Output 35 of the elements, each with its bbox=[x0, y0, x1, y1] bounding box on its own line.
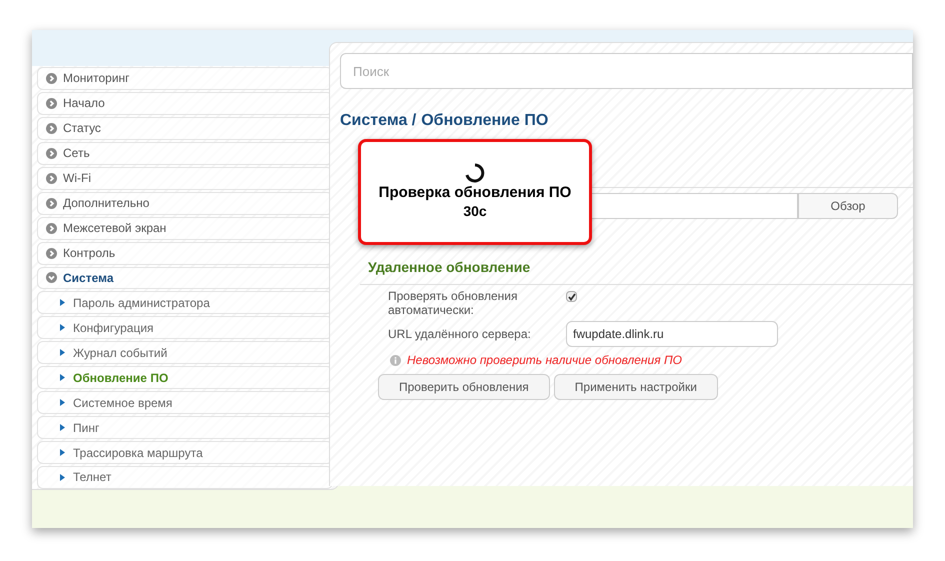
arrow-right-icon bbox=[60, 349, 65, 356]
search-field[interactable]: Поиск bbox=[340, 53, 913, 89]
action-button[interactable]: Проверить обновления bbox=[378, 374, 550, 400]
sidebar-subitem[interactable]: Телнет bbox=[37, 466, 333, 489]
error-message: Невозможно проверить наличие обновления ПО bbox=[407, 352, 682, 369]
arrow-right-icon bbox=[60, 374, 65, 382]
chevron-right-icon bbox=[46, 248, 57, 259]
page-title: Система / bbox=[340, 111, 416, 131]
spinner-icon bbox=[465, 163, 485, 183]
dialog-message: Проверка обновления ПО bbox=[378, 183, 572, 202]
checkbox[interactable] bbox=[566, 291, 577, 302]
browse-button[interactable]: Обзор bbox=[798, 193, 898, 219]
check-icon bbox=[568, 292, 576, 300]
chevron-right-icon bbox=[46, 222, 57, 234]
page-title: Обновление ПО bbox=[421, 111, 548, 131]
chevron-right-icon bbox=[46, 198, 57, 209]
section-title: Удаленное обновление bbox=[368, 258, 532, 277]
field-label: URL удалённого сервера: bbox=[388, 326, 532, 343]
arrow-right-icon bbox=[60, 324, 65, 332]
chevron-right-icon bbox=[46, 72, 57, 84]
field-label: Проверять обновления автоматически: bbox=[388, 289, 518, 317]
action-button[interactable]: Применить настройки bbox=[554, 374, 718, 400]
countdown-text: 30с bbox=[463, 202, 487, 221]
chevron-right-icon bbox=[46, 98, 57, 109]
server-url-field[interactable]: fwupdate.dlink.ru bbox=[566, 321, 778, 347]
chevron-down-icon bbox=[46, 272, 57, 284]
chevron-right-icon bbox=[46, 148, 57, 159]
arrow-right-icon bbox=[60, 299, 65, 306]
info-icon bbox=[390, 354, 401, 366]
arrow-right-icon bbox=[60, 424, 65, 432]
arrow-right-icon bbox=[60, 399, 65, 406]
chevron-right-icon bbox=[46, 122, 57, 134]
arrow-right-icon bbox=[60, 474, 65, 481]
arrow-right-icon bbox=[60, 449, 65, 456]
chevron-right-icon bbox=[46, 172, 57, 184]
